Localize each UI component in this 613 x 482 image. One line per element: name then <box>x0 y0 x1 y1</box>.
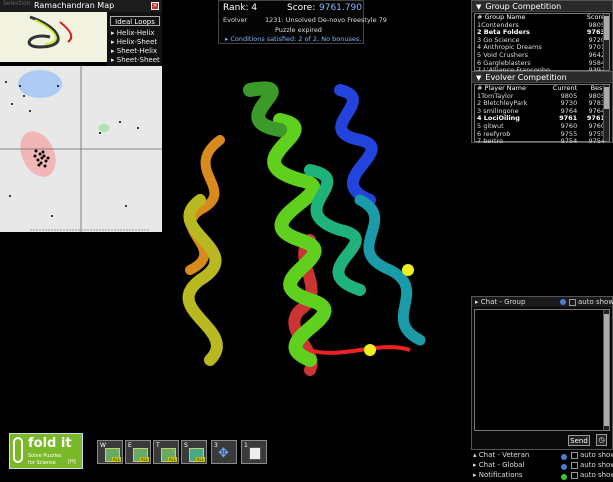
left-helix-region <box>99 124 109 132</box>
logo-tagline-2: for Science <box>28 460 56 466</box>
logo-tagline-1: Solve Puzzles <box>28 453 62 459</box>
expand-triangle-icon[interactable]: ▴ <box>473 451 477 459</box>
evolver-competition-header[interactable]: ▼ Evolver Competition <box>472 72 612 83</box>
table-row[interactable]: 2 Beta Folders 9763 <box>475 29 607 37</box>
table-row[interactable]: 1Contenders 9805 <box>475 22 607 30</box>
table-row[interactable]: 5 Void Crushers 9642 <box>475 52 607 60</box>
chat-global-row[interactable]: ▸ Chat - Global auto show <box>473 460 613 470</box>
auto-show-checkbox[interactable]: auto show <box>569 297 613 307</box>
sidechain-yellow-2 <box>364 344 376 356</box>
evolver-table-header: # Player Name Current Best <box>477 85 605 92</box>
chat-group-log[interactable] <box>474 309 610 431</box>
loop-option-helix-helix[interactable]: ▸ Helix-Helix <box>111 29 154 37</box>
ribbon-icon <box>13 437 23 463</box>
notes-button[interactable]: 1 <box>241 440 267 464</box>
table-row[interactable]: 2 BletchleyPark 9730 9783 <box>475 100 607 108</box>
puzzle-expired: Puzzle expired <box>275 26 322 34</box>
protein-strand-yellow <box>182 194 223 366</box>
loop-option-sheet-sheet[interactable]: ▸ Sheet-Sheet <box>111 56 160 64</box>
chat-group-header[interactable]: ▸ Chat - Group auto show <box>472 297 613 307</box>
ramachandran-panel[interactable]: Selection Ramachandran Map × Ideal Loops… <box>0 0 162 234</box>
collapse-triangle-icon[interactable]: ▼ <box>476 3 481 11</box>
table-row[interactable]: 5 gitwut 9760 9760 <box>475 123 607 131</box>
group-scrollbar[interactable] <box>603 14 609 70</box>
score-label: Score: <box>287 3 316 13</box>
expand-triangle-icon[interactable]: ▸ <box>473 461 477 469</box>
ideal-loops-button[interactable]: Ideal Loops <box>110 16 160 26</box>
table-row[interactable]: 7 bertro 9754 9754 <box>475 138 607 146</box>
logo-title: fold it <box>28 436 72 451</box>
evolver-scrollbar[interactable] <box>603 85 609 141</box>
auto-show-checkbox[interactable]: auto show <box>571 450 613 460</box>
status-icon[interactable] <box>561 474 567 480</box>
group-table-header: # Group Name Score <box>477 14 605 21</box>
group-competition-header[interactable]: ▼ Group Competition <box>472 1 612 12</box>
chat-scrollbar[interactable] <box>603 310 609 430</box>
table-row[interactable]: 3 smilingone 9764 9764 <box>475 108 607 116</box>
chat-group-panel[interactable]: ▸ Chat - Group auto show Send ◷ <box>471 296 613 450</box>
move-button[interactable]: 3 ✥ <box>211 440 237 464</box>
protein-loop-red <box>309 345 411 355</box>
table-row[interactable]: 4 Anthropic Dreams 9701 <box>475 44 607 52</box>
loop-preview-red <box>59 21 73 43</box>
loop-options: Ideal Loops ▸ Helix-Helix ▸ Helix-Sheet … <box>107 12 162 66</box>
group-competition-list[interactable]: # Group Name Score 1Contenders 9805 2 Beta… <box>474 13 610 74</box>
chat-send-button[interactable]: Send <box>568 435 590 446</box>
help-hotkey: [H] <box>68 459 76 465</box>
close-icon[interactable]: × <box>151 2 159 10</box>
loop-option-sheet-helix[interactable]: ▸ Sheet-Helix <box>111 47 157 55</box>
info-icon[interactable] <box>560 299 566 305</box>
chat-group-title: Chat - Group <box>480 298 526 306</box>
sidechain-yellow-1 <box>402 264 414 276</box>
move-arrows-icon: ✥ <box>218 446 229 461</box>
ramachandran-plot[interactable] <box>0 66 162 232</box>
evolver-competition-list[interactable]: # Player Name Current Best 1TomTaylor 9805 9… <box>474 84 610 145</box>
rank-label: Rank: 4 <box>223 3 258 13</box>
collapse-triangle-icon[interactable]: ▸ <box>475 298 479 306</box>
auto-show-checkbox[interactable]: auto show <box>571 460 613 470</box>
table-row[interactable]: 4 LociOiling 9761 9761 <box>475 115 607 123</box>
puzzle-name: 1231: Unsolved De-novo Freestyle 79 <box>265 16 387 24</box>
protein-viewport[interactable] <box>160 60 460 410</box>
mode-label: Evolver <box>223 16 248 24</box>
loop-preview <box>0 12 107 62</box>
expand-triangle-icon[interactable]: ▸ <box>473 471 477 479</box>
collapse-triangle-icon[interactable]: ▼ <box>476 74 481 82</box>
conditions-toggle[interactable]: ▸ Conditions satisfied: 2 of 2, No bonus… <box>225 35 361 43</box>
foldit-logo[interactable]: fold it Solve Puzzles for Science [H] <box>9 433 83 469</box>
faded-selection-label: Selection <box>3 0 31 7</box>
group-competition-panel[interactable]: ▼ Group Competition # Group Name Score 1Co… <box>471 0 613 74</box>
loop-option-helix-sheet[interactable]: ▸ Helix-Sheet <box>111 38 157 46</box>
notepad-icon <box>249 447 261 460</box>
table-row[interactable]: 6 reefyrob 9755 9755 <box>475 131 607 139</box>
score-panel: Rank: 4 Score: 9761.790 Evolver 1231: Un… <box>218 0 387 44</box>
protein-strand-blue <box>334 84 378 206</box>
chat-veteran-row[interactable]: ▴ Chat - Veteran auto show <box>473 450 613 460</box>
table-row[interactable]: 1TomTaylor 9805 9805 <box>475 93 607 101</box>
ramachandran-title: Ramachandran Map <box>34 1 115 10</box>
tweak-all-button[interactable]: T ALL <box>153 440 179 464</box>
wiggle-sidechains-button[interactable]: E ALL <box>125 440 151 464</box>
table-row[interactable]: 6 Gargleblasters 9584 <box>475 60 607 68</box>
protein-strand-green <box>243 81 287 137</box>
evolver-competition-panel[interactable]: ▼ Evolver Competition # Player Name Curren… <box>471 71 613 145</box>
beta-region <box>18 70 62 98</box>
table-row[interactable]: 3 Go Science 9720 <box>475 37 607 45</box>
score-value: 9761.790 <box>319 3 362 13</box>
wiggle-all-button[interactable]: W ALL <box>97 440 123 464</box>
shake-all-button[interactable]: S ALL <box>181 440 207 464</box>
chat-options-icon[interactable]: ◷ <box>596 434 607 446</box>
